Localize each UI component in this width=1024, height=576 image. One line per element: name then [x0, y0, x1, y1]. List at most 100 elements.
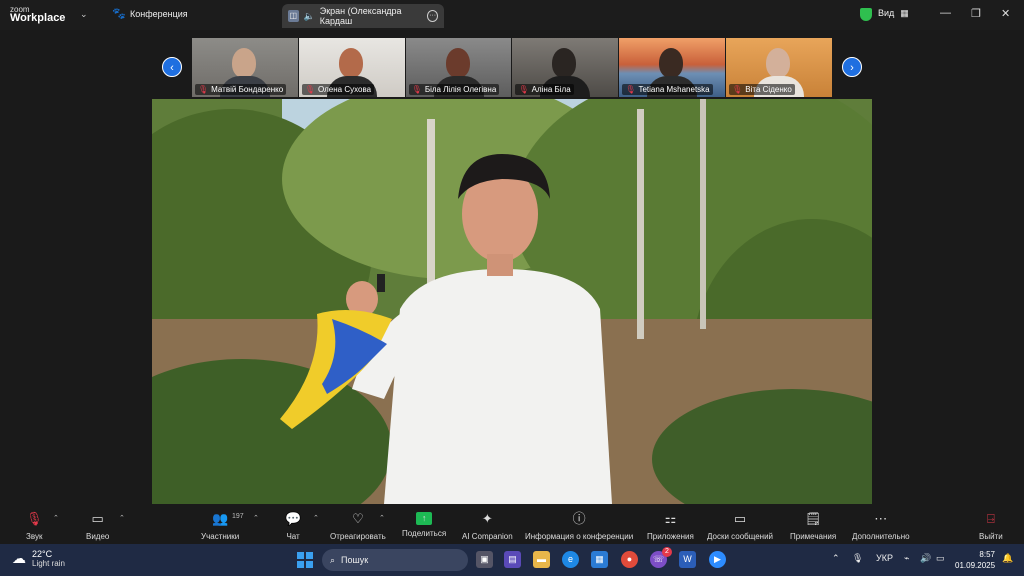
- participant-name: 🎙 Віта Сіденко: [729, 84, 795, 95]
- audio-options-caret[interactable]: ⌃: [53, 514, 59, 522]
- whiteboard-icon: ▭: [733, 511, 747, 526]
- companion-label: AI Companion: [462, 532, 513, 541]
- mic-muted-icon: 🎙: [732, 85, 743, 94]
- mic-muted-icon: 🎙: [304, 85, 315, 94]
- chat-options-caret[interactable]: ⌃: [313, 514, 319, 522]
- network-icon[interactable]: ⌁: [904, 553, 909, 564]
- notifications-icon[interactable]: 🔔: [1002, 553, 1013, 564]
- participant-name: 🎙 Аліна Біла: [515, 84, 574, 95]
- speaker-icon: 🔈: [303, 10, 315, 21]
- more-button[interactable]: ⋯ Дополнительно: [852, 510, 910, 541]
- audio-button[interactable]: 🎙 Звук: [26, 510, 43, 541]
- whiteboards-label: Доски сообщений: [707, 532, 774, 541]
- screen-share-tab[interactable]: ◫ 🔈 Экран (Олександра Кардаш ···: [282, 4, 444, 28]
- battery-icon[interactable]: ▭: [936, 553, 945, 564]
- react-options-caret[interactable]: ⌃: [379, 514, 385, 522]
- share-screen-icon: ↑: [416, 512, 433, 525]
- ai-companion-button[interactable]: ✦ AI Companion: [462, 510, 513, 541]
- chat-icon: 💬: [285, 511, 302, 526]
- store-icon[interactable]: ▦: [591, 551, 608, 568]
- windows-taskbar: ☁ 22°C Light rain ⌕ Пошук ▣ ▤ ▬ e ▦ ● ☏ …: [0, 544, 1024, 576]
- participant-tile[interactable]: 🎙 Аліна Біла: [512, 38, 619, 97]
- info-icon: ⓘ: [572, 511, 586, 526]
- exit-icon: ⍈: [986, 511, 995, 526]
- window-icon: ◫: [288, 10, 299, 22]
- share-button[interactable]: ↑ Поделиться: [402, 510, 446, 538]
- video-button[interactable]: ▭ Видео: [86, 510, 109, 541]
- camera-icon: ▭: [91, 511, 104, 526]
- whiteboards-button[interactable]: ▭ Доски сообщений: [707, 510, 773, 541]
- task-view-icon[interactable]: ▣: [476, 551, 493, 568]
- shared-screen-video: [152, 99, 872, 504]
- apps-icon: ⚏: [664, 511, 677, 526]
- zoom-taskbar-icon[interactable]: ▶: [709, 551, 726, 568]
- more-icon[interactable]: ···: [427, 10, 438, 22]
- gallery-prev-button[interactable]: ‹: [162, 57, 182, 77]
- more-label: Дополнительно: [852, 532, 910, 541]
- search-placeholder: Пошук: [341, 555, 369, 565]
- info-label: Информация о конференции: [525, 532, 634, 541]
- leave-label: Выйти: [979, 532, 1003, 541]
- title-bar: zoom Workplace ⌄ 🐾 Конференция ◫ 🔈 Экран…: [0, 0, 1024, 30]
- participants-options-caret[interactable]: ⌃: [253, 514, 259, 522]
- windows-start-icon[interactable]: [297, 552, 313, 568]
- video-frame: [152, 99, 872, 504]
- security-shield-icon[interactable]: [860, 8, 872, 21]
- file-explorer-icon[interactable]: ▬: [533, 551, 550, 568]
- edge-icon[interactable]: e: [562, 551, 579, 568]
- notes-icon: 🗒: [804, 511, 822, 526]
- zoom-logo: zoom Workplace: [10, 5, 66, 24]
- restore-icon[interactable]: ❐: [971, 7, 981, 20]
- view-button[interactable]: Вид ▦: [878, 8, 909, 19]
- notes-button[interactable]: 🗒 Примечания: [790, 510, 836, 541]
- mic-muted-icon: 🎙: [411, 85, 422, 94]
- participant-tile[interactable]: 🎙 Матвій Бондаренко: [192, 38, 298, 97]
- participant-name: 🎙 Олена Сухова: [301, 84, 375, 95]
- participant-tile[interactable]: 🎙 Біла Лілія Олегівна: [405, 38, 512, 97]
- mic-muted-icon: 🎙: [518, 85, 529, 94]
- participant-tile[interactable]: 🎙 Олена Сухова: [298, 38, 405, 97]
- teams-icon[interactable]: ▤: [504, 551, 521, 568]
- gallery-next-button[interactable]: ›: [842, 57, 862, 77]
- grid-icon: ▦: [900, 8, 909, 18]
- chevron-up-icon[interactable]: ⌃: [832, 553, 840, 564]
- minimize-icon[interactable]: —: [940, 7, 951, 19]
- volume-icon[interactable]: 🔊: [920, 553, 931, 564]
- logo-line2: Workplace: [10, 12, 66, 24]
- participant-tile[interactable]: 🎙 Tetiana Mshanetska: [619, 38, 726, 97]
- chat-button[interactable]: 💬 Чат: [285, 510, 301, 541]
- participant-name: 🎙 Матвій Бондаренко: [195, 84, 287, 95]
- mic-muted-icon: 🎙: [198, 85, 209, 94]
- weather-widget[interactable]: ☁ 22°C Light rain: [12, 549, 65, 568]
- heart-icon: ♡: [352, 511, 364, 526]
- taskbar-search[interactable]: ⌕ Пошук: [322, 549, 468, 571]
- apps-button[interactable]: ⚏ Приложения: [647, 510, 694, 541]
- language-indicator[interactable]: УКР: [876, 553, 893, 563]
- chat-label: Чат: [286, 532, 300, 541]
- close-icon[interactable]: ✕: [1001, 7, 1010, 20]
- word-icon[interactable]: W: [679, 551, 696, 568]
- participant-strip: 🎙 Матвій Бондаренко 🎙 Олена Сухова 🎙 Біла Л…: [192, 38, 832, 97]
- chevron-down-icon[interactable]: ⌄: [80, 9, 88, 20]
- chrome-icon[interactable]: ●: [621, 551, 638, 568]
- video-label: Видео: [86, 532, 110, 541]
- leave-button[interactable]: ⍈ Выйти: [979, 510, 1003, 541]
- notes-label: Примечания: [790, 532, 837, 541]
- system-clock[interactable]: 8:57 01.09.2025: [955, 549, 995, 571]
- participant-tile-active-speaker[interactable]: 🎙 Віта Сіденко: [726, 38, 832, 97]
- participants-count: 197: [232, 513, 244, 520]
- react-button[interactable]: ♡ Отреагировать: [330, 510, 386, 541]
- view-label: Вид: [878, 8, 895, 18]
- audio-label: Звук: [26, 532, 43, 541]
- microphone-icon[interactable]: 🎙: [852, 553, 863, 564]
- video-options-caret[interactable]: ⌃: [119, 514, 125, 522]
- temperature: 22°C: [32, 549, 53, 559]
- clock-date: 01.09.2025: [955, 561, 996, 570]
- participant-name: 🎙 Біла Лілія Олегівна: [408, 84, 500, 95]
- meeting-info-button[interactable]: ⓘ Информация о конференции: [525, 510, 633, 541]
- share-tab-label: Экран (Олександра Кардаш: [319, 6, 402, 26]
- meeting-tab[interactable]: 🐾 Конференция: [112, 8, 188, 20]
- viber-badge: 2: [662, 547, 672, 557]
- participant-name: 🎙 Tetiana Mshanetska: [622, 84, 713, 95]
- apps-label: Приложения: [647, 532, 694, 541]
